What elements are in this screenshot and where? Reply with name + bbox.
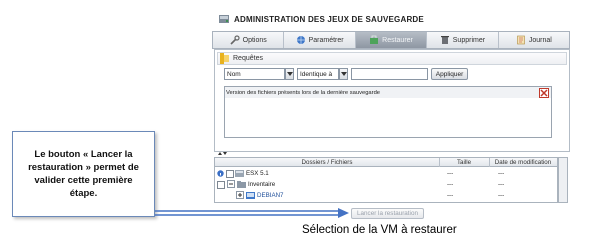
callout-arrow [155,208,349,218]
